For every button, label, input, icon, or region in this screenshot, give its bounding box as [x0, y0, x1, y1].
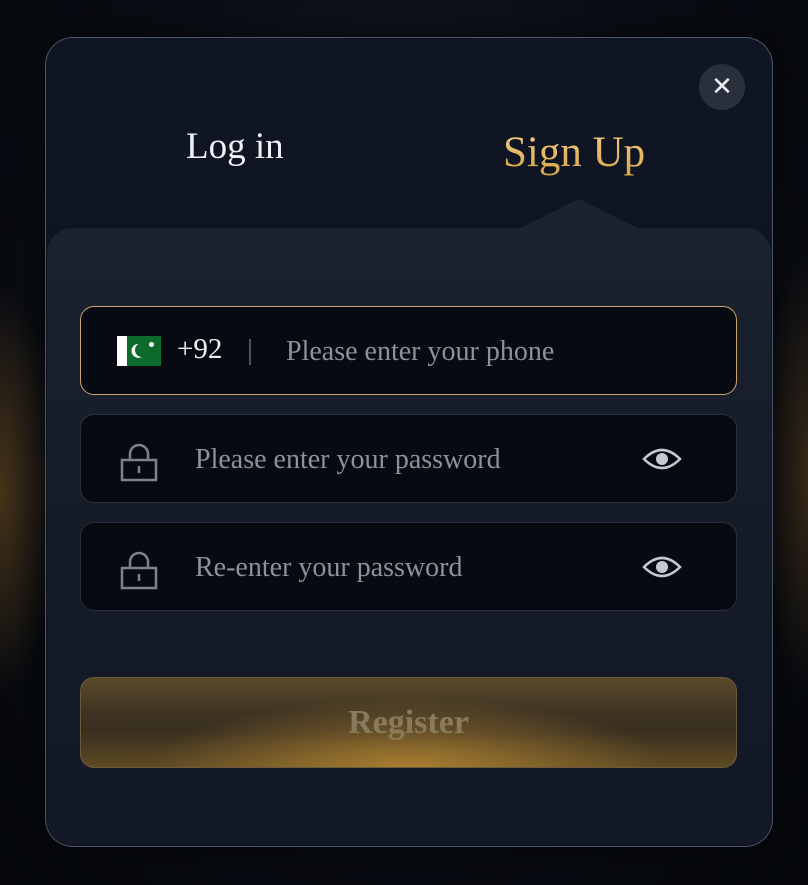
pakistan-flag-icon[interactable] [117, 336, 161, 366]
lock-icon [120, 443, 158, 482]
phone-input[interactable] [284, 307, 718, 396]
eye-icon[interactable] [642, 445, 682, 473]
active-tab-indicator [519, 199, 639, 229]
eye-icon[interactable] [642, 553, 682, 581]
tab-signup[interactable]: Sign Up [503, 128, 645, 177]
lock-icon [120, 551, 158, 590]
confirm-password-field[interactable] [80, 522, 737, 612]
close-button[interactable]: ✕ [699, 64, 745, 110]
confirm-password-input[interactable] [193, 523, 627, 612]
country-dial-code[interactable]: +92 [177, 333, 222, 366]
tab-login[interactable]: Log in [186, 125, 284, 168]
password-field[interactable] [80, 414, 737, 504]
register-button[interactable]: Register [80, 677, 737, 768]
field-divider [249, 339, 251, 365]
phone-field[interactable]: +92 [80, 306, 737, 396]
password-input[interactable] [193, 415, 627, 504]
close-icon[interactable]: ✕ [711, 74, 733, 100]
